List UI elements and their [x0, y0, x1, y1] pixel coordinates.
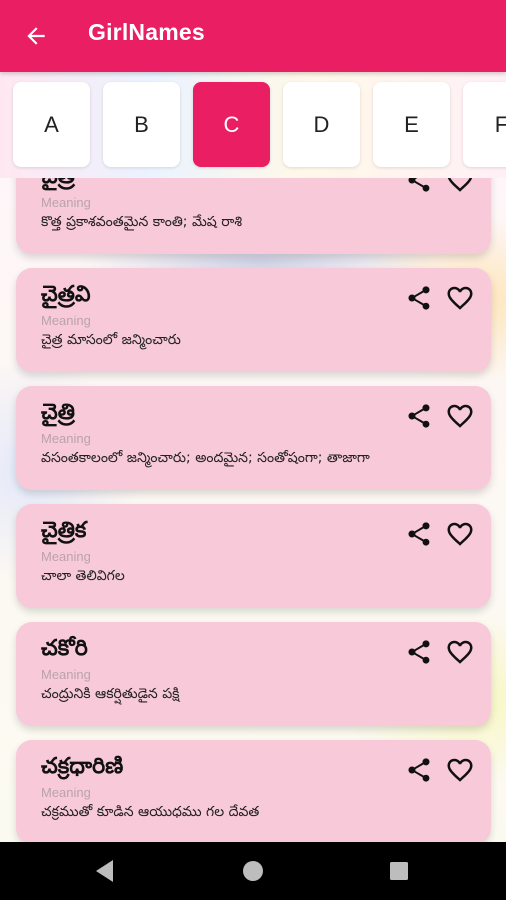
name-card[interactable]: చైత్ర Meaning కొత్త ప్రకాశవంతమైన కాంతి; …	[16, 178, 491, 254]
letter-button-c-selected[interactable]: C	[193, 82, 270, 167]
meaning-text: వసంతకాలంలో జన్మించారు; అందమైన; సంతోషంగా;…	[41, 450, 370, 466]
name-card[interactable]: చక్రధారిణి Meaning చక్రముతో కూడిన ఆయుధము…	[16, 740, 491, 842]
favorite-button[interactable]	[444, 755, 476, 785]
favorite-button[interactable]	[444, 401, 476, 431]
meaning-label: Meaning	[41, 195, 91, 210]
share-icon	[408, 758, 430, 782]
system-recents-button[interactable]	[387, 859, 411, 887]
letter-button-e[interactable]: E	[373, 82, 450, 167]
meaning-text: కొత్త ప్రకాశవంతమైన కాంతి; మేష రాశి	[41, 214, 243, 230]
favorite-button[interactable]	[444, 283, 476, 313]
heart-outline-icon	[447, 522, 473, 546]
system-back-button[interactable]	[92, 858, 116, 888]
letter-button-f[interactable]: F	[463, 82, 506, 167]
meaning-text: చక్రముతో కూడిన ఆయుధము గల దేవత	[41, 804, 260, 820]
name-card[interactable]: చైత్రిక Meaning చాలా తెలివిగల	[16, 504, 491, 608]
share-button[interactable]	[404, 637, 434, 667]
share-icon	[408, 640, 430, 664]
share-icon	[408, 404, 430, 428]
meaning-label: Meaning	[41, 431, 91, 446]
letter-button-a[interactable]: A	[13, 82, 90, 167]
meaning-label: Meaning	[41, 549, 91, 564]
meaning-label: Meaning	[41, 785, 91, 800]
letter-filter-bar: A B C D E F	[0, 72, 506, 178]
share-button[interactable]	[404, 401, 434, 431]
meaning-text: చైత్ర మాసంలో జన్మించారు	[41, 332, 181, 348]
name-card[interactable]: చైత్రి Meaning వసంతకాలంలో జన్మించారు; అం…	[16, 386, 491, 490]
nav-back-icon	[96, 860, 113, 882]
favorite-button[interactable]	[444, 178, 476, 195]
share-icon	[408, 178, 430, 192]
name-card[interactable]: చకోరి Meaning చంద్రునికి ఆకర్షితుడైన పక్…	[16, 622, 491, 726]
name-card[interactable]: చైత్రవి Meaning చైత్ర మాసంలో జన్మించారు	[16, 268, 491, 372]
name-title: చకోరి	[41, 636, 88, 661]
share-icon	[408, 522, 430, 546]
name-title: చైత్రిక	[41, 518, 87, 543]
share-button[interactable]	[404, 178, 434, 195]
nav-recents-icon	[390, 862, 408, 880]
letter-button-b[interactable]: B	[103, 82, 180, 167]
share-button[interactable]	[404, 755, 434, 785]
favorite-button[interactable]	[444, 637, 476, 667]
letter-button-d[interactable]: D	[283, 82, 360, 167]
system-navigation-bar	[0, 842, 506, 900]
nav-home-icon	[243, 861, 263, 881]
meaning-text: చాలా తెలివిగల	[41, 568, 125, 584]
heart-outline-icon	[447, 758, 473, 782]
system-home-button[interactable]	[240, 858, 266, 888]
heart-outline-icon	[447, 404, 473, 428]
name-title: చైత్రవి	[41, 282, 91, 307]
share-icon	[408, 286, 430, 310]
heart-outline-icon	[447, 178, 473, 192]
meaning-label: Meaning	[41, 667, 91, 682]
app-bar: GirlNames	[0, 0, 506, 72]
name-title: చైత్రి	[41, 400, 75, 425]
heart-outline-icon	[447, 286, 473, 310]
app-title: GirlNames	[88, 19, 205, 45]
heart-outline-icon	[447, 640, 473, 664]
name-title: చక్రధారిణి	[41, 754, 124, 779]
meaning-text: చంద్రునికి ఆకర్షితుడైన పక్షి	[41, 686, 180, 702]
share-button[interactable]	[404, 519, 434, 549]
share-button[interactable]	[404, 283, 434, 313]
favorite-button[interactable]	[444, 519, 476, 549]
meaning-label: Meaning	[41, 313, 91, 328]
back-button[interactable]	[14, 14, 58, 58]
name-title: చైత్ర	[41, 178, 75, 194]
arrow-left-icon	[27, 27, 45, 45]
names-list[interactable]: చైత్ర Meaning కొత్త ప్రకాశవంతమైన కాంతి; …	[0, 178, 506, 842]
